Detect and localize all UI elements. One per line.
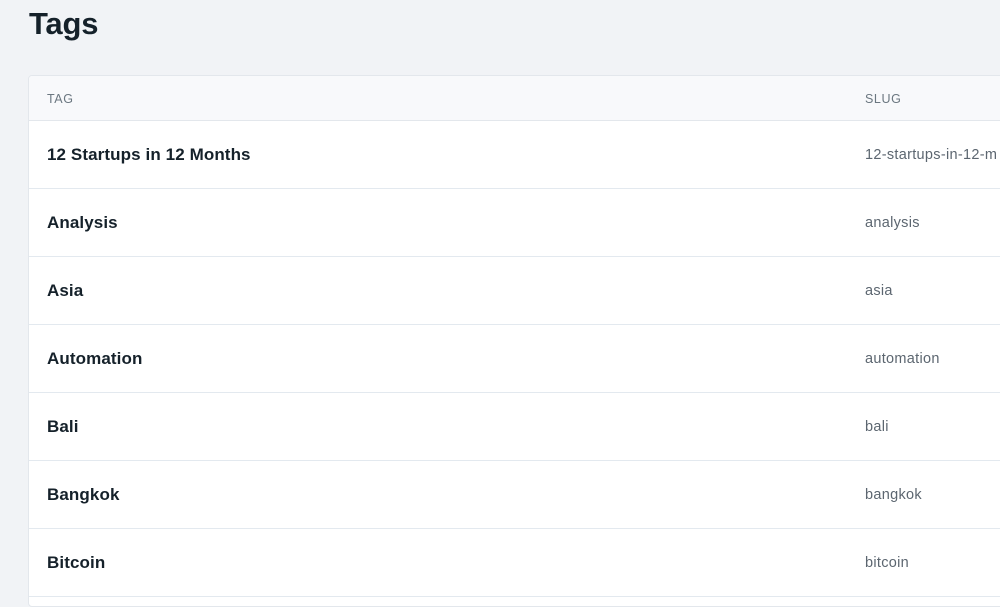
tag-name[interactable]: Automation: [47, 349, 142, 369]
table-row[interactable]: Bitcoin bitcoin: [29, 529, 1000, 597]
table-row[interactable]: Bali bali: [29, 393, 1000, 461]
tag-slug: 12-startups-in-12-m: [865, 147, 998, 163]
table-row[interactable]: 12 Startups in 12 Months 12-startups-in-…: [29, 121, 1000, 189]
tags-table: TAG SLUG 12 Startups in 12 Months 12-sta…: [28, 75, 1000, 607]
tag-slug: asia: [865, 283, 893, 299]
tag-slug: bangkok: [865, 487, 922, 503]
table-header: TAG SLUG: [29, 76, 1000, 121]
column-header-tag[interactable]: TAG: [47, 92, 74, 106]
tag-slug: automation: [865, 351, 940, 367]
tag-name[interactable]: Bangkok: [47, 485, 120, 505]
tag-name[interactable]: 12 Startups in 12 Months: [47, 145, 251, 165]
table-row[interactable]: Automation automation: [29, 325, 1000, 393]
table-row[interactable]: Analysis analysis: [29, 189, 1000, 257]
column-header-slug[interactable]: SLUG: [865, 92, 901, 106]
tag-slug: analysis: [865, 215, 920, 231]
tag-name[interactable]: Analysis: [47, 213, 118, 233]
tag-slug: bitcoin: [865, 555, 910, 571]
tag-name[interactable]: Asia: [47, 281, 83, 301]
table-row[interactable]: Bangkok bangkok: [29, 461, 1000, 529]
tag-name[interactable]: Bitcoin: [47, 553, 105, 573]
tag-name[interactable]: Bali: [47, 417, 79, 437]
page-title: Tags: [29, 6, 99, 41]
table-row[interactable]: Asia asia: [29, 257, 1000, 325]
tag-slug: bali: [865, 419, 889, 435]
